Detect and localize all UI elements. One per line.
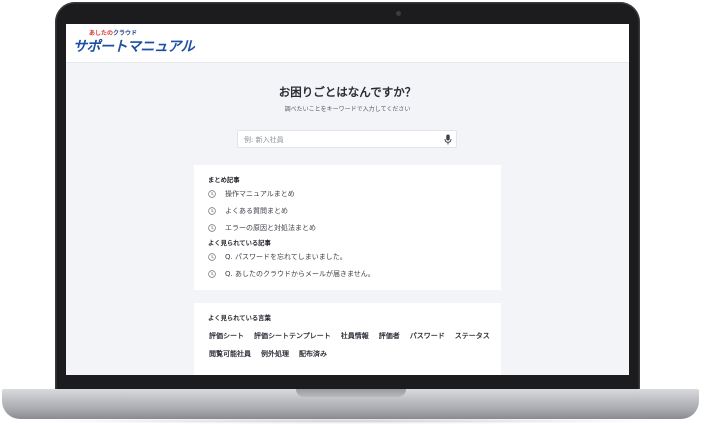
clock-icon	[208, 207, 216, 215]
clock-icon	[208, 270, 216, 278]
keyword-row: 評価シート 評価シートテンプレート 社員情報 評価者 パスワード ステータス	[209, 331, 490, 341]
keywords-panel: よく見られている言葉 評価シート 評価シートテンプレート 社員情報 評価者 パス…	[194, 303, 501, 375]
search-input[interactable]	[244, 134, 434, 145]
summary-item-label: よくある質問まとめ	[225, 207, 288, 215]
keywords-heading: よく見られている言葉	[208, 315, 271, 322]
keyword-link[interactable]: 評価シートテンプレート	[254, 331, 331, 341]
logo[interactable]: あしたのクラウド サポートマニュアル	[73, 30, 195, 56]
keyword-row: 閲覧可能社員 例外処理 配布済み	[209, 349, 327, 359]
popular-item-label: Q. あしたのクラウドからメールが届きません。	[225, 270, 375, 278]
app-header: あしたのクラウド サポートマニュアル	[66, 24, 629, 63]
keyword-link[interactable]: 評価者	[379, 331, 400, 341]
microphone-icon[interactable]	[444, 134, 452, 145]
logo-small-text: あしたのクラウド	[89, 30, 138, 37]
laptop-shadow	[30, 418, 670, 424]
popular-item-label: Q. パスワードを忘れてしまいました。	[225, 253, 347, 261]
logo-main-text: サポートマニュアル	[73, 39, 195, 55]
search-box	[237, 130, 457, 148]
keyword-link[interactable]: ステータス	[455, 331, 490, 341]
keyword-link[interactable]: 閲覧可能社員	[209, 349, 251, 359]
clock-icon	[208, 224, 216, 232]
camera-icon	[396, 11, 401, 16]
keyword-link[interactable]: 例外処理	[261, 349, 289, 359]
keyword-link[interactable]: 配布済み	[299, 349, 327, 359]
popular-heading: よく見られている記事	[208, 240, 271, 247]
keyword-link[interactable]: パスワード	[410, 331, 445, 341]
summary-heading: まとめ記事	[208, 177, 240, 184]
laptop-notch	[296, 389, 406, 397]
keyword-link[interactable]: 評価シート	[209, 331, 244, 341]
summary-item[interactable]: エラーの原因と対処法まとめ	[208, 223, 316, 233]
clock-icon	[208, 190, 216, 198]
keyword-link[interactable]: 社員情報	[341, 331, 369, 341]
summary-item[interactable]: よくある質問まとめ	[208, 206, 288, 216]
laptop-screen: あしたのクラウド サポートマニュアル お困りごとはなんですか？ 調べたいことをキ…	[66, 24, 629, 375]
summary-item-label: エラーの原因と対処法まとめ	[225, 224, 316, 232]
popular-item[interactable]: Q. パスワードを忘れてしまいました。	[208, 252, 347, 262]
summary-item-label: 操作マニュアルまとめ	[225, 190, 295, 198]
popular-item[interactable]: Q. あしたのクラウドからメールが届きません。	[208, 269, 375, 279]
articles-panel: まとめ記事 操作マニュアルまとめ よくある質問まとめ エラーの原因と対処法まとめ…	[194, 165, 501, 290]
clock-icon	[208, 253, 216, 261]
summary-item[interactable]: 操作マニュアルまとめ	[208, 189, 295, 199]
page-title: お困りごとはなんですか？	[278, 85, 417, 99]
scroll-fade	[194, 282, 501, 290]
page-subtitle: 調べたいことをキーワードで入力してください	[284, 106, 411, 113]
